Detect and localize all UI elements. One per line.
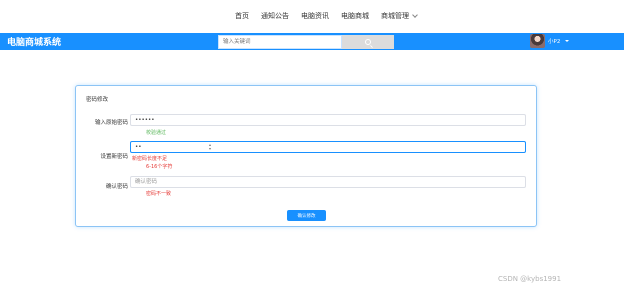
stepper-arrows-icon[interactable]: ▴ ▾ xyxy=(209,143,211,151)
nav-link-shop[interactable]: 电脑商城 xyxy=(341,11,369,21)
new-password-input[interactable]: •• ▴ ▾ xyxy=(130,141,526,153)
new-password-value: •• xyxy=(135,144,142,150)
chevron-down-icon xyxy=(412,11,418,18)
username: 小P2 xyxy=(548,39,561,45)
confirm-password-input[interactable]: 确认密码 xyxy=(130,176,526,188)
nav-dropdown-manage[interactable]: 商城管理 xyxy=(381,11,418,21)
confirm-password-error: 密码不一致 xyxy=(146,191,172,197)
confirm-password-label: 确认密码 xyxy=(105,184,128,190)
top-nav-links: 首页 通知公告 电脑资讯 电脑商城 商城管理 xyxy=(235,11,418,21)
new-password-error-length: 6-16个字符 xyxy=(146,164,173,170)
caret-down-icon xyxy=(565,40,570,42)
brand-title: 电脑商城系统 xyxy=(7,38,62,48)
search-button[interactable] xyxy=(342,34,394,49)
confirm-password-placeholder: 确认密码 xyxy=(135,179,158,185)
nav-dropdown-label: 商城管理 xyxy=(381,12,409,20)
old-password-value: •••••• xyxy=(135,117,155,123)
user-menu[interactable]: 小P2 xyxy=(548,37,570,45)
watermark: CSDN @kybs1991 xyxy=(498,275,562,283)
header-bar: 电脑商城系统 小P2 xyxy=(0,33,624,50)
new-password-label: 设置新密码 xyxy=(100,154,128,160)
new-password-error: 新密码长度不足 xyxy=(132,156,168,162)
nav-link-news[interactable]: 电脑资讯 xyxy=(301,11,329,21)
search-icon xyxy=(365,38,371,45)
nav-link-home[interactable]: 首页 xyxy=(235,11,249,21)
form-title: 密码修改 xyxy=(86,97,109,103)
search-input[interactable] xyxy=(218,34,342,49)
nav-link-notices[interactable]: 通知公告 xyxy=(261,11,289,21)
old-password-label: 输入原始密码 xyxy=(94,120,128,126)
avatar[interactable] xyxy=(530,34,545,48)
submit-button[interactable]: 确认修改 xyxy=(287,210,326,221)
old-password-hint: 校验通过 xyxy=(146,130,167,136)
old-password-input[interactable]: •••••• xyxy=(130,114,526,126)
top-nav: 首页 通知公告 电脑资讯 电脑商城 商城管理 xyxy=(0,0,624,33)
password-form-card: 密码修改 输入原始密码 •••••• 校验通过 设置新密码 •• ▴ ▾ 新密码长… xyxy=(75,85,537,227)
